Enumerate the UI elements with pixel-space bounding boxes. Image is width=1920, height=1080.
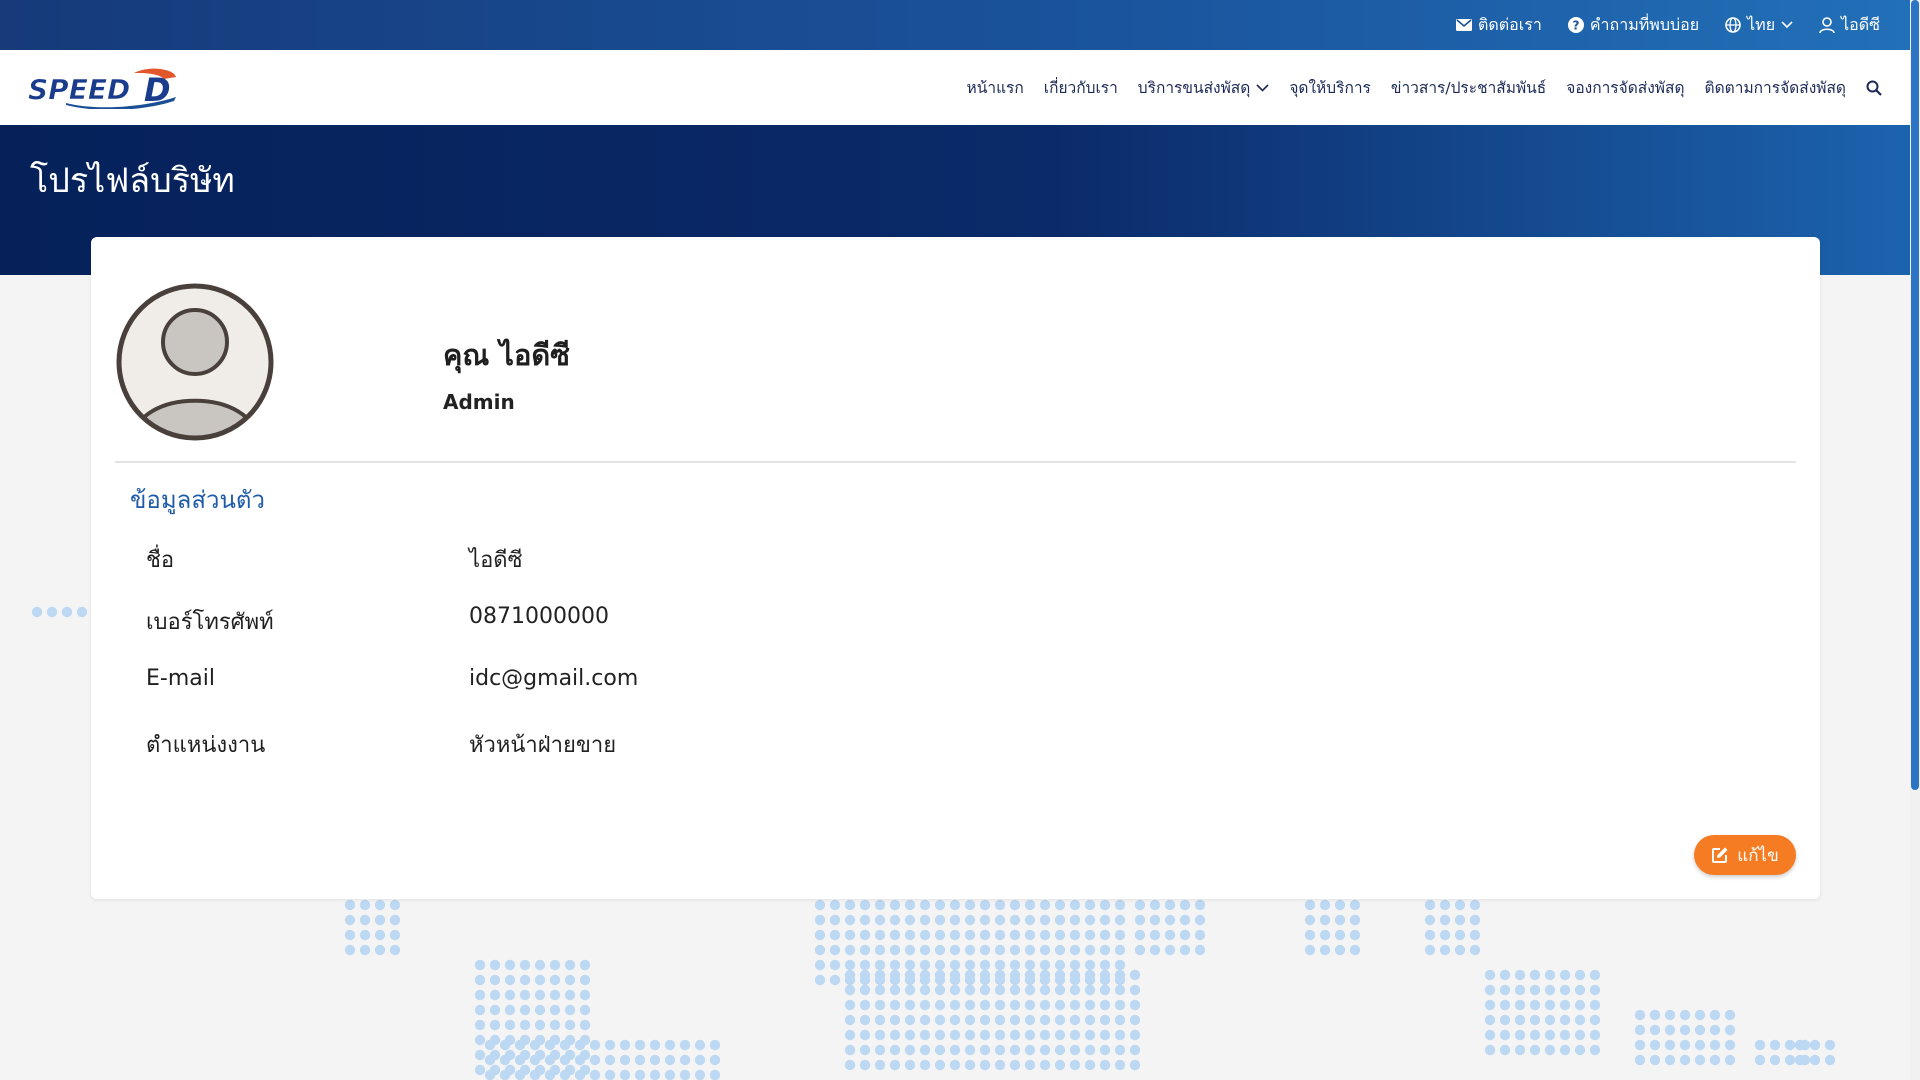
edit-button[interactable]: แก้ไข	[1694, 835, 1796, 875]
nav-service-points[interactable]: จุดให้บริการ	[1289, 75, 1371, 100]
nav-home[interactable]: หน้าแรก	[967, 75, 1024, 100]
nav-news[interactable]: ข่าวสาร/ประชาสัมพันธ์	[1391, 75, 1546, 100]
field-label-email: E-mail	[146, 666, 215, 691]
field-value-phone: 0871000000	[469, 604, 609, 629]
nav-booking[interactable]: จองการจัดส่งพัสดุ	[1566, 75, 1684, 100]
chevron-down-icon	[1256, 83, 1269, 92]
chevron-down-icon	[1781, 21, 1793, 29]
svg-text:D: D	[144, 71, 171, 109]
nav-about[interactable]: เกี่ยวกับเรา	[1044, 75, 1118, 100]
section-title: ข้อมูลส่วนตัว	[130, 486, 265, 514]
question-circle-icon: ?	[1567, 17, 1584, 33]
field-value-name: ไอดีซี	[469, 548, 523, 573]
field-value-email: idc@gmail.com	[469, 666, 639, 691]
nav-services[interactable]: บริการขนส่งพัสดุ	[1138, 75, 1270, 100]
envelope-icon	[1456, 19, 1472, 31]
nav-services-label: บริการขนส่งพัสดุ	[1137, 79, 1251, 97]
user-icon	[1819, 16, 1835, 33]
contact-link[interactable]: ติดต่อเรา	[1456, 13, 1542, 38]
faq-label: คำถามที่พบบ่อย	[1589, 14, 1700, 34]
divider	[115, 461, 1796, 463]
search-icon[interactable]	[1866, 80, 1882, 96]
main-navbar: SPEED D หน้าแรก เกี่ยวกับเรา บริการขนส่ง…	[0, 50, 1910, 125]
language-label: ไทย	[1747, 14, 1776, 34]
svg-text:?: ?	[1572, 19, 1579, 33]
avatar-placeholder	[116, 283, 274, 441]
page-title: โปรไฟล์บริษัท	[30, 161, 235, 201]
top-bar: ติดต่อเรา ? คำถามที่พบบ่อย ไทย ไอดีซี	[0, 0, 1910, 50]
globe-icon	[1725, 17, 1741, 33]
profile-card: คุณ ไอดีซี Admin ข้อมูลส่วนตัว ชื่อ ไอดี…	[91, 237, 1820, 899]
profile-name: คุณ ไอดีซี	[443, 338, 570, 372]
scrollbar[interactable]	[1910, 0, 1920, 1080]
field-label-position: ตำแหน่งงาน	[146, 733, 266, 758]
faq-link[interactable]: ? คำถามที่พบบ่อย	[1567, 13, 1700, 38]
edit-label: แก้ไข	[1737, 845, 1779, 866]
language-selector[interactable]: ไทย	[1725, 13, 1793, 38]
speed-d-logo[interactable]: SPEED D	[26, 67, 186, 109]
field-label-name: ชื่อ	[146, 548, 175, 573]
svg-text:SPEED: SPEED	[28, 73, 130, 106]
scrollbar-thumb[interactable]	[1911, 0, 1919, 790]
profile-role: Admin	[443, 390, 515, 414]
field-label-phone: เบอร์โทรศัพท์	[146, 610, 274, 635]
user-name: ไอดีซี	[1841, 14, 1880, 34]
nav-tracking[interactable]: ติดตามการจัดส่งพัสดุ	[1705, 75, 1846, 100]
nav-menu: หน้าแรก เกี่ยวกับเรา บริการขนส่งพัสดุ จุ…	[967, 50, 1882, 125]
field-value-position: หัวหน้าฝ่ายขาย	[469, 733, 617, 758]
contact-label: ติดต่อเรา	[1478, 14, 1542, 34]
user-menu[interactable]: ไอดีซี	[1819, 13, 1880, 38]
edit-icon	[1712, 847, 1728, 863]
